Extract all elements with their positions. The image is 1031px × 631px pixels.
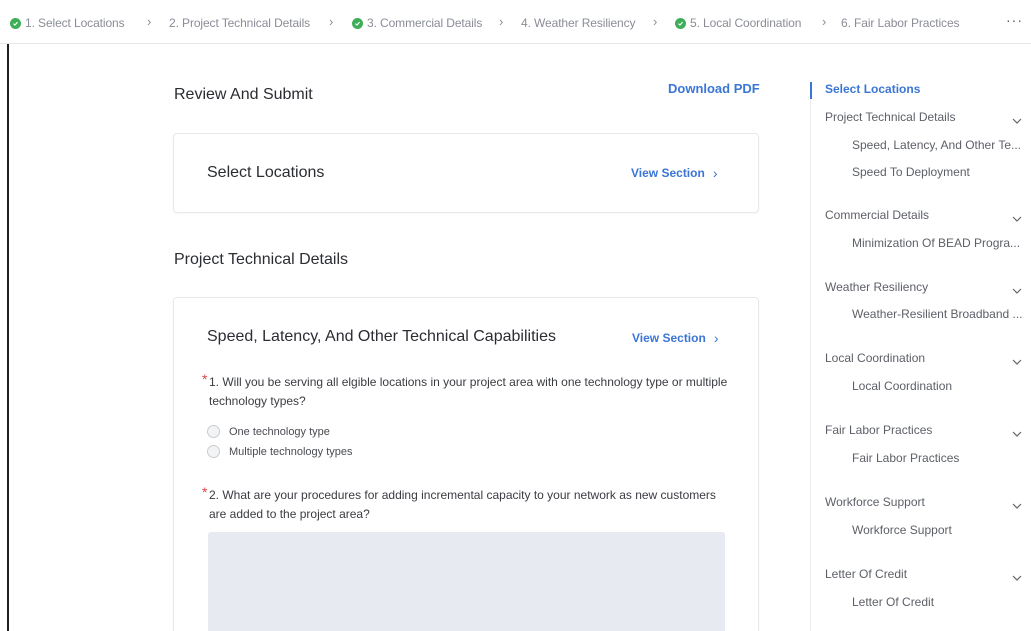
chevron-down-icon[interactable] <box>1012 283 1022 294</box>
check-circle-icon <box>675 17 686 29</box>
app-frame: 1. Select Locations › 2. Project Technic… <box>0 0 1031 631</box>
chevron-right-icon: › <box>822 14 827 29</box>
progress-stepper: 1. Select Locations › 2. Project Technic… <box>0 0 1031 44</box>
required-marker: * <box>202 371 208 387</box>
card-title: Select Locations <box>207 164 325 181</box>
step-weather-resiliency[interactable]: 4. Weather Resiliency <box>521 14 636 32</box>
step-select-locations[interactable]: 1. Select Locations <box>10 14 125 32</box>
section-heading: Project Technical Details <box>174 251 349 268</box>
chevron-down-icon[interactable] <box>1012 426 1022 437</box>
step-label: 3. Commercial Details <box>367 16 483 30</box>
radio-circle-icon[interactable] <box>207 425 220 438</box>
question-text: 1. Will you be serving all elgible locat… <box>209 375 728 408</box>
view-section-label: View Section <box>631 166 705 180</box>
nav-subitem-letter-of-credit[interactable]: Letter Of Credit <box>852 595 1030 609</box>
step-commercial-details[interactable]: 3. Commercial Details <box>352 14 482 32</box>
view-section-button[interactable]: View Section › <box>632 330 718 346</box>
nav-item-workforce-support[interactable]: Workforce Support <box>825 495 925 509</box>
view-section-button[interactable]: View Section › <box>631 165 717 181</box>
step-label: 6. Fair Labor Practices <box>841 16 960 30</box>
question-1: * 1. Will you be serving all elgible loc… <box>202 371 729 411</box>
more-options-icon[interactable]: ··· <box>1006 12 1023 28</box>
page-title: Review And Submit <box>174 86 313 103</box>
download-pdf-button[interactable]: Download PDF <box>668 81 760 96</box>
chevron-down-icon[interactable] <box>1012 354 1022 365</box>
chevron-down-icon[interactable] <box>1012 211 1022 222</box>
card-title: Speed, Latency, And Other Technical Capa… <box>207 328 556 345</box>
radio-label: Multiple technology types <box>229 445 353 458</box>
nav-item-letter-of-credit[interactable]: Letter Of Credit <box>825 567 907 581</box>
nav-track <box>810 82 811 631</box>
view-section-label: View Section <box>632 331 706 345</box>
select-locations-card: Select Locations View Section › <box>173 133 759 213</box>
chevron-right-icon: › <box>653 14 658 29</box>
check-circle-icon <box>352 17 363 29</box>
chevron-right-icon: › <box>712 165 718 181</box>
nav-subitem-speed-latency[interactable]: Speed, Latency, And Other Te... <box>852 138 1030 152</box>
nav-subitem-weather-resilient[interactable]: Weather-Resilient Broadband ... <box>852 307 1030 321</box>
step-project-technical-details[interactable]: 2. Project Technical Details <box>169 14 310 32</box>
answer-textarea[interactable] <box>208 532 725 631</box>
nav-active-indicator <box>810 82 812 99</box>
nav-subitem-minimization-bead[interactable]: Minimization Of BEAD Progra... <box>852 236 1030 250</box>
radio-one-technology[interactable]: One technology type <box>207 425 330 438</box>
nav-subitem-speed-to-deployment[interactable]: Speed To Deployment <box>852 165 1030 179</box>
chevron-down-icon[interactable] <box>1012 498 1022 509</box>
radio-circle-icon[interactable] <box>207 445 220 458</box>
required-marker: * <box>202 484 208 500</box>
window-edge <box>7 40 9 631</box>
nav-item-local-coordination[interactable]: Local Coordination <box>825 351 925 365</box>
nav-item-project-technical-details[interactable]: Project Technical Details <box>825 110 956 124</box>
chevron-right-icon: › <box>713 330 719 346</box>
step-label: 4. Weather Resiliency <box>521 16 636 30</box>
question-2: * 2. What are your procedures for adding… <box>202 484 729 524</box>
nav-item-fair-labor-practices[interactable]: Fair Labor Practices <box>825 423 932 437</box>
step-fair-labor-practices[interactable]: 6. Fair Labor Practices <box>841 14 960 32</box>
step-label: 5. Local Coordination <box>690 16 802 30</box>
check-circle-icon <box>10 17 21 29</box>
nav-subitem-workforce-support[interactable]: Workforce Support <box>852 523 1030 537</box>
radio-label: One technology type <box>229 425 330 438</box>
chevron-right-icon: › <box>499 14 504 29</box>
technical-capabilities-card: Speed, Latency, And Other Technical Capa… <box>173 297 759 631</box>
radio-multiple-technologies[interactable]: Multiple technology types <box>207 445 353 458</box>
nav-item-select-locations[interactable]: Select Locations <box>825 82 920 96</box>
chevron-right-icon: › <box>329 14 334 29</box>
step-label: 2. Project Technical Details <box>169 16 311 30</box>
nav-item-weather-resiliency[interactable]: Weather Resiliency <box>825 280 928 294</box>
nav-item-commercial-details[interactable]: Commercial Details <box>825 208 929 222</box>
chevron-down-icon[interactable] <box>1012 113 1022 124</box>
nav-subitem-fair-labor-practices[interactable]: Fair Labor Practices <box>852 451 1030 465</box>
chevron-right-icon: › <box>147 14 152 29</box>
chevron-down-icon[interactable] <box>1012 570 1022 581</box>
step-local-coordination[interactable]: 5. Local Coordination <box>675 14 801 32</box>
nav-subitem-local-coordination[interactable]: Local Coordination <box>852 379 1030 393</box>
question-text: 2. What are your procedures for adding i… <box>209 488 716 521</box>
step-label: 1. Select Locations <box>25 16 125 30</box>
